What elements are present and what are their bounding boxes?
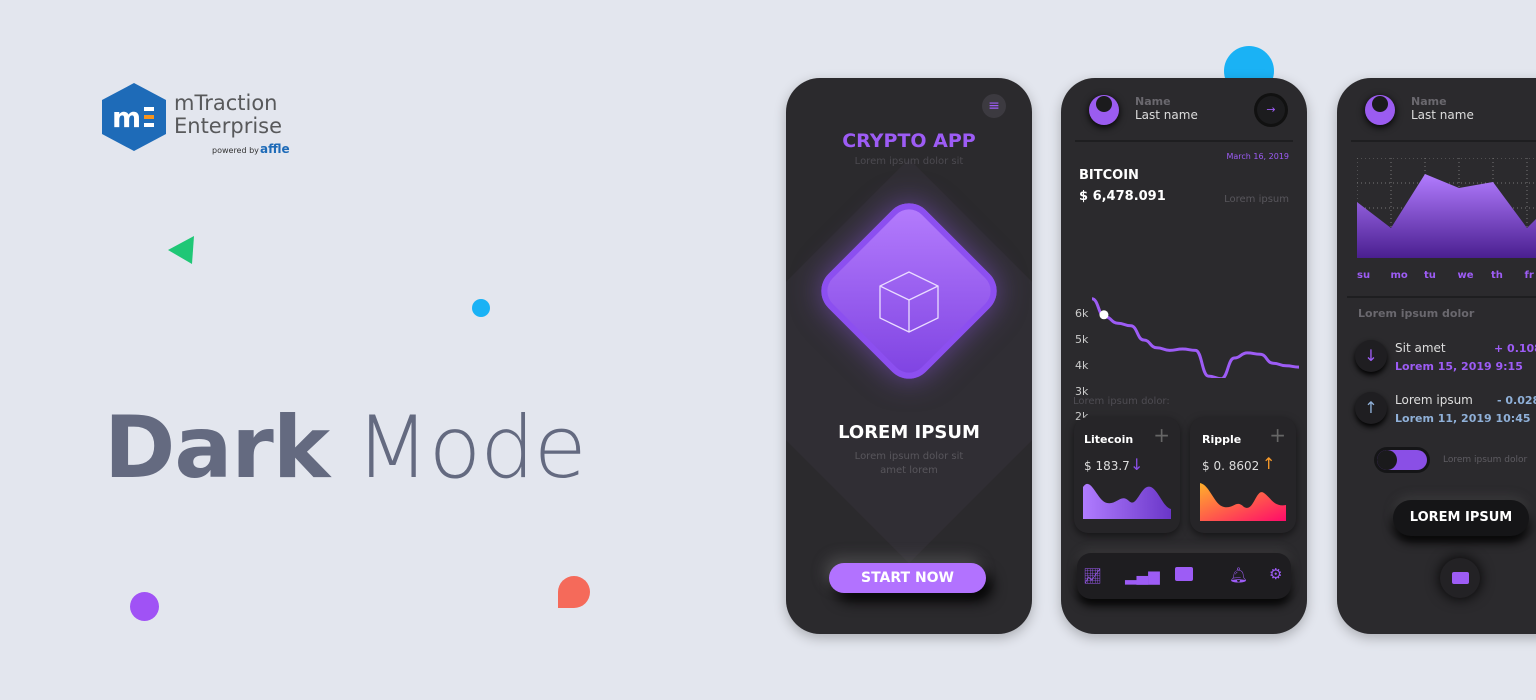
section-label: Lorem ipsum dolor: — [1073, 396, 1170, 407]
side-label: Lorem ipsum — [1224, 194, 1289, 205]
tx-date: Lorem 11, 2019 10:45 — [1395, 412, 1531, 425]
chart-point-marker[interactable] — [1099, 310, 1109, 320]
coin-card-litecoin[interactable]: Litecoin + $ 183.7 ↓ — [1074, 417, 1180, 533]
app-subtitle: Lorem ipsum dolor sit — [854, 156, 964, 167]
tx-title: Lorem ipsum — [1395, 393, 1473, 407]
toggle-label: Lorem ipsum dolor — [1443, 455, 1528, 465]
card-price: $ 0. 8602 — [1202, 459, 1260, 473]
plus-icon[interactable]: + — [1153, 423, 1170, 447]
desc-line2: amet lorem — [880, 465, 938, 476]
area-fill — [1357, 174, 1536, 258]
tx-amount: + 0.108 — [1494, 342, 1536, 355]
wallet-icon[interactable] — [1175, 567, 1193, 581]
user-name: Last name — [1411, 108, 1474, 122]
ripple-sparkline — [1200, 483, 1286, 521]
card-name: Litecoin — [1084, 433, 1134, 446]
coin-card-ripple[interactable]: Ripple + $ 0. 8602 ↑ — [1190, 417, 1296, 533]
wallet-icon — [1452, 572, 1469, 584]
headline-light: Mode — [355, 398, 586, 498]
weekly-area-chart — [1357, 158, 1536, 258]
headline: Dark Mode — [104, 398, 587, 498]
day-label: mo — [1390, 270, 1408, 281]
gear-icon[interactable]: ⚙ — [1269, 565, 1282, 583]
arrow-right-button[interactable]: → — [1257, 96, 1285, 124]
divider — [1075, 140, 1293, 142]
wallet-button[interactable] — [1440, 558, 1480, 598]
toggle-knob — [1377, 450, 1397, 470]
chart-line-icon[interactable]: 📈︎ — [1083, 567, 1102, 585]
bar-chart-icon[interactable]: ▂▄▆ — [1125, 567, 1160, 585]
toggle-switch[interactable] — [1377, 450, 1427, 470]
app-title: CRYPTO APP — [842, 130, 976, 152]
triangle-shape — [168, 236, 194, 264]
phone-transactions: Name Last name su mo tu we th fr Lorem ipsum … — [1337, 78, 1536, 634]
partner-name: affle — [260, 142, 290, 156]
user-name: Last name — [1135, 108, 1198, 122]
brand-logo: m — [102, 83, 166, 151]
litecoin-sparkline — [1083, 483, 1171, 519]
tx-date: Lorem 15, 2019 9:15 — [1395, 360, 1523, 373]
date: March 16, 2019 — [1226, 152, 1289, 161]
coin-price: $ 6,478.091 — [1079, 189, 1166, 204]
card-name: Ripple — [1202, 433, 1242, 446]
day-label: su — [1357, 270, 1371, 281]
bottom-nav: 📈︎ ▂▄▆ 🔔︎ ⚙ — [1077, 553, 1291, 599]
phone-crypto-app: ≡ CRYPTO APP Lorem ipsum dolor sit LOREM… — [786, 78, 1032, 634]
arrow-up-icon: ↑ — [1355, 392, 1387, 424]
coin-name: BITCOIN — [1079, 168, 1139, 183]
tx-amount: - 0.028 — [1497, 394, 1536, 407]
day-label: th — [1491, 270, 1503, 281]
powered-by: powered by — [212, 146, 259, 155]
desc-line1: Lorem ipsum dolor sit — [854, 451, 964, 462]
plus-icon[interactable]: + — [1269, 423, 1286, 447]
day-label: fr — [1524, 270, 1534, 281]
arrow-down-icon: ↓ — [1130, 455, 1144, 474]
svg-text:m: m — [112, 101, 141, 134]
bell-icon[interactable]: 🔔︎ — [1229, 566, 1248, 584]
arrow-up-icon: ↑ — [1262, 454, 1276, 473]
day-label: we — [1457, 270, 1474, 281]
day-label: tu — [1424, 270, 1436, 281]
user-label: Name — [1411, 95, 1447, 108]
tx-title: Sit amet — [1395, 341, 1446, 355]
lorem-ipsum-button[interactable]: LOREM IPSUM — [1393, 500, 1529, 536]
avatar[interactable] — [1089, 95, 1119, 125]
user-label: Name — [1135, 95, 1171, 108]
dot-blue — [472, 299, 490, 317]
section-label: Lorem ipsum dolor — [1358, 307, 1475, 320]
card-price: $ 183.7 — [1084, 459, 1130, 473]
brand-name-2: Enterprise — [174, 114, 283, 138]
headline-bold: Dark — [104, 398, 330, 498]
divider — [1351, 140, 1536, 142]
section-heading: LOREM IPSUM — [838, 422, 980, 443]
divider — [1347, 296, 1536, 298]
arrow-down-icon: ↓ — [1355, 340, 1387, 372]
brand-name-1: mTraction — [174, 91, 278, 115]
bitcoin-line-chart — [1091, 297, 1300, 378]
hamburger-icon[interactable]: ≡ — [982, 94, 1006, 118]
cube-icon — [879, 271, 939, 333]
dot-purple — [130, 592, 159, 621]
start-now-button[interactable]: START NOW — [829, 563, 986, 593]
dot-coral — [558, 576, 590, 608]
phone-dashboard: Name Last name → March 16, 2019 BITCOIN … — [1061, 78, 1307, 634]
avatar[interactable] — [1365, 95, 1395, 125]
